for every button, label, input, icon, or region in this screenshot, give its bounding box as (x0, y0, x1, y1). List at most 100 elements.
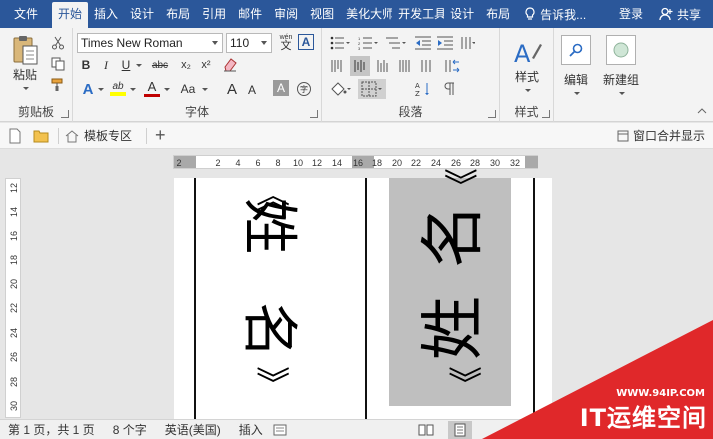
font-color-dropdown[interactable] (161, 80, 171, 98)
vruler-tick: 18 (9, 255, 19, 266)
view-switcher (414, 420, 482, 439)
bold-button[interactable]: B (77, 56, 95, 74)
char-border-button[interactable]: A (298, 34, 314, 50)
underline-dropdown[interactable] (133, 56, 143, 74)
ruler-tick: 12 (311, 158, 323, 168)
left-char-xing: 姓 (236, 198, 301, 254)
subscript-button[interactable]: x₂ (177, 56, 195, 74)
tab-references[interactable]: 引用 (196, 0, 232, 28)
share-button[interactable]: 共享 (653, 6, 713, 23)
char-shading-button[interactable]: A (273, 80, 289, 96)
align-center-button[interactable] (350, 56, 370, 76)
tab-developer[interactable]: 开发工具 (392, 0, 444, 28)
tab-table-layout[interactable]: 布局 (480, 0, 516, 28)
change-case-dropdown[interactable] (199, 80, 209, 98)
highlight-button[interactable]: ab (109, 79, 127, 97)
line-spacing-button[interactable] (440, 57, 464, 75)
clipboard-launcher-icon[interactable] (61, 110, 69, 118)
template-zone-tab[interactable]: 模板专区 (65, 127, 132, 144)
align-left-button[interactable] (328, 57, 346, 75)
tab-design[interactable]: 设计 (124, 0, 160, 28)
new-group-box (606, 35, 636, 65)
insert-mode[interactable]: 插入 (239, 421, 263, 438)
decrease-indent-button[interactable] (414, 34, 432, 52)
new-group-button[interactable]: 新建组 (598, 32, 644, 98)
bullets-button[interactable] (328, 34, 352, 52)
vruler-tick: 24 (9, 328, 19, 339)
multilevel-list-button[interactable] (384, 34, 408, 52)
grow-font-button[interactable]: A (223, 80, 241, 98)
page-count[interactable]: 第 1 页，共 1 页 (8, 421, 95, 438)
tab-mailings[interactable]: 邮件 (232, 0, 268, 28)
increase-indent-button[interactable] (436, 34, 454, 52)
tab-view[interactable]: 视图 (304, 0, 340, 28)
enclosed-char-button[interactable]: 字 (295, 80, 313, 98)
tab-home[interactable]: 开始 (52, 2, 89, 28)
print-layout-button[interactable] (448, 421, 472, 439)
font-color-button[interactable]: A (143, 79, 161, 97)
bullets-icon (330, 36, 350, 50)
tab-review[interactable]: 审阅 (268, 0, 304, 28)
paste-button[interactable]: 粘贴 (6, 34, 44, 90)
styles-launcher-icon[interactable] (542, 110, 550, 118)
chinese-layout-button[interactable] (458, 34, 476, 52)
paragraph-launcher-icon[interactable] (488, 110, 496, 118)
cut-button[interactable] (49, 34, 67, 52)
table-border-left (194, 178, 196, 419)
tell-me-box[interactable]: 告诉我... (516, 6, 594, 23)
tab-file[interactable]: 文件 (0, 0, 52, 28)
shrink-font-button[interactable]: A (243, 81, 261, 99)
tell-me-text: 告诉我... (540, 7, 587, 22)
justify-button[interactable] (396, 57, 414, 75)
font-launcher-icon[interactable] (310, 110, 318, 118)
paragraph-group: 123 A Z 段落 (322, 28, 500, 122)
char-border-glyph: A (301, 35, 311, 49)
tab-layout[interactable]: 布局 (160, 0, 196, 28)
sort-button[interactable]: AZ (414, 80, 432, 98)
ruler-tick: 2 (215, 158, 221, 168)
clear-format-button[interactable] (221, 55, 239, 73)
ruler-margin-right (525, 156, 538, 168)
borders-button[interactable] (358, 79, 386, 99)
numbering-icon: 123 (358, 36, 378, 50)
strikethrough-button[interactable]: abc (147, 56, 173, 74)
change-case-button[interactable]: Aa (177, 80, 199, 98)
phonetic-guide-button[interactable]: wén 文 (276, 33, 296, 52)
macro-record-button[interactable] (273, 423, 287, 437)
editing-button[interactable]: 编辑 (556, 32, 596, 98)
show-marks-button[interactable] (440, 80, 458, 98)
circle-icon (613, 42, 629, 58)
tab-insert[interactable]: 插入 (88, 0, 124, 28)
copy-button[interactable] (49, 55, 67, 73)
login-button[interactable]: 登录 (609, 0, 653, 28)
language-indicator[interactable]: 英语(美国) (165, 421, 221, 438)
italic-button[interactable]: I (97, 56, 115, 74)
tab-beautify[interactable]: 美化大师 (340, 0, 392, 28)
vertical-ruler[interactable]: 12 14 16 18 20 22 24 26 28 30 (5, 178, 21, 418)
font-size-combo[interactable]: 110 (226, 33, 272, 53)
superscript-button[interactable]: x² (197, 56, 215, 74)
word-count[interactable]: 8 个字 (113, 421, 147, 438)
read-mode-button[interactable] (414, 421, 438, 439)
font-name-combo[interactable]: Times New Roman (77, 33, 223, 53)
add-tab-button[interactable]: + (155, 125, 166, 146)
person-icon (659, 7, 673, 21)
open-folder-button[interactable] (30, 125, 52, 147)
shading-button[interactable] (328, 80, 354, 98)
tab-table-design[interactable]: 设计 (444, 0, 480, 28)
styles-button[interactable]: A 样式 (504, 32, 550, 98)
right-close-bracket: 》 (443, 366, 483, 400)
text-effect-dropdown[interactable] (95, 80, 105, 98)
font-size-value: 110 (230, 36, 250, 50)
distributed-button[interactable] (418, 57, 436, 75)
distributed-icon (421, 60, 431, 72)
align-right-button[interactable] (374, 57, 392, 75)
new-doc-button[interactable] (4, 125, 26, 147)
merge-windows-button[interactable]: 窗口合并显示 (617, 127, 705, 144)
format-painter-button[interactable] (49, 76, 67, 94)
table-border-middle (365, 178, 367, 419)
horizontal-ruler[interactable]: 2 2 4 6 8 10 12 14 16 18 20 22 24 26 28 … (173, 155, 538, 169)
highlight-dropdown[interactable] (127, 80, 137, 98)
ribbon-collapse[interactable] (697, 105, 707, 115)
numbering-button[interactable]: 123 (356, 34, 380, 52)
